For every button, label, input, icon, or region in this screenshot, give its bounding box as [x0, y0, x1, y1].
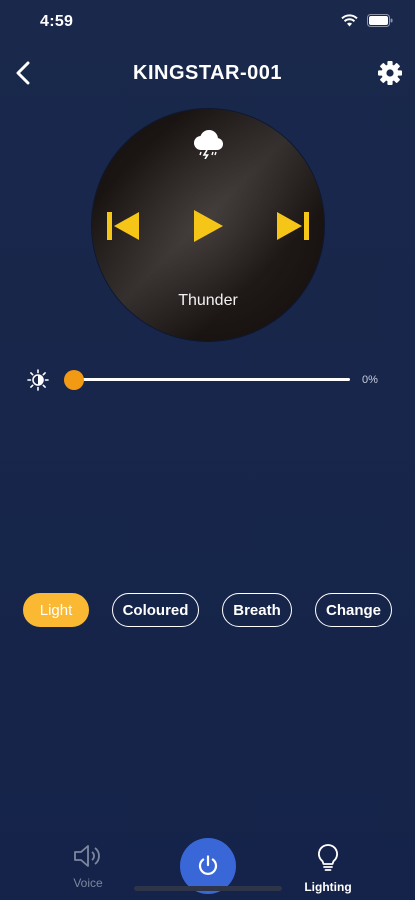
- nav-voice-label: Voice: [73, 876, 103, 890]
- lightbulb-icon: [318, 844, 338, 871]
- status-bar: 4:59: [0, 0, 415, 44]
- brightness-value: 0%: [362, 374, 378, 386]
- mode-light-button[interactable]: Light: [23, 593, 89, 627]
- next-button[interactable]: [276, 211, 310, 246]
- play-icon: [194, 210, 223, 242]
- mode-buttons: Light Coloured Breath Change: [0, 593, 415, 627]
- nav-lighting[interactable]: Lighting: [293, 843, 363, 894]
- status-icons: [341, 14, 393, 27]
- mode-change-button[interactable]: Change: [315, 593, 392, 627]
- battery-icon: [367, 14, 393, 27]
- nav-lighting-label: Lighting: [304, 880, 352, 894]
- next-icon: [277, 212, 309, 240]
- header: KINGSTAR-001: [0, 50, 415, 98]
- previous-icon: [107, 212, 139, 240]
- sound-disc: Thunder: [92, 109, 324, 341]
- settings-gear-icon: [378, 61, 402, 85]
- track-name: Thunder: [178, 292, 238, 309]
- settings-button[interactable]: [375, 58, 405, 88]
- slider-thumb[interactable]: [64, 370, 84, 390]
- slider-track: [74, 378, 350, 381]
- home-indicator: [134, 886, 282, 891]
- mode-coloured-button[interactable]: Coloured: [112, 593, 199, 627]
- page-title: KINGSTAR-001: [133, 62, 282, 84]
- thunderstorm-cloud-icon: [194, 130, 223, 159]
- screen: 4:59 KINGSTAR-001 Thunder 0% Light Colou…: [0, 0, 415, 900]
- brightness-slider[interactable]: [64, 370, 350, 390]
- status-time: 4:59: [40, 13, 74, 30]
- play-button[interactable]: [192, 209, 224, 248]
- brightness-icon: [27, 369, 49, 391]
- nav-voice[interactable]: Voice: [53, 843, 123, 890]
- speaker-icon: [74, 845, 100, 867]
- wifi-icon: [341, 14, 358, 27]
- previous-button[interactable]: [106, 211, 140, 246]
- power-icon: [198, 855, 218, 875]
- mode-breath-button[interactable]: Breath: [222, 593, 292, 627]
